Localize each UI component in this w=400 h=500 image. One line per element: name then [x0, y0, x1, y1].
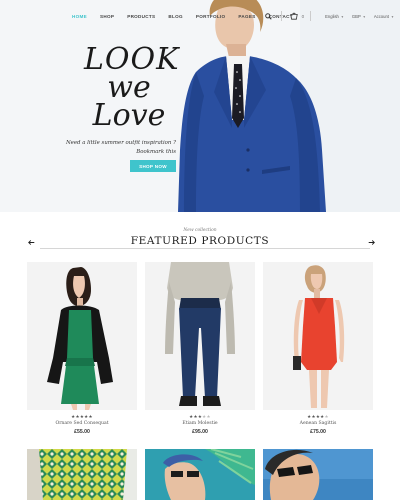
product-price: £55.00 — [74, 429, 90, 435]
chevron-down-icon: ▼ — [361, 14, 366, 19]
product-image[interactable] — [263, 449, 373, 500]
shop-now-button[interactable]: SHOP NOW — [130, 160, 176, 172]
nav-pages[interactable]: PAGES — [238, 14, 255, 19]
cart-count: 0 — [301, 13, 305, 19]
product-name[interactable]: Ornare Sed Consequat — [27, 421, 137, 426]
hero-title-line: Love — [92, 98, 166, 133]
hero-banner — [0, 0, 400, 212]
chevron-down-icon: ▼ — [389, 14, 394, 19]
arrow-left-icon[interactable] — [26, 237, 36, 247]
nav-home[interactable]: HOME — [72, 14, 87, 19]
product-image[interactable] — [27, 262, 137, 410]
account-menu[interactable]: Account ▼ — [374, 14, 394, 19]
product-card[interactable]: ★★★★★ Etiam Molestie £95.00 — [145, 262, 255, 435]
header-divider — [280, 11, 282, 21]
rating-stars: ★★★★★ — [145, 414, 255, 419]
header-divider — [310, 11, 312, 21]
header-tools: 0 English ▼ GBP ▼ Account ▼ — [263, 10, 394, 22]
rating-stars: ★★★★★ — [27, 414, 137, 419]
nav-shop[interactable]: SHOP — [100, 14, 114, 19]
hero-title: LOOK we Love — [84, 45, 179, 133]
section-eyebrow: New collection — [183, 228, 217, 233]
product-card[interactable]: ★★★★★ Aenean Sagittis £75.00 — [263, 262, 373, 435]
star-icon: ★★★★★ — [71, 414, 93, 419]
product-image[interactable] — [145, 449, 255, 500]
hero-subtitle: Need a little summer outfit inspiration … — [46, 139, 176, 157]
product-image[interactable] — [263, 262, 373, 410]
product-name[interactable]: Aenean Sagittis — [263, 421, 373, 426]
product-image[interactable] — [145, 262, 255, 410]
language-select[interactable]: English ▼ — [325, 14, 344, 19]
currency-select[interactable]: GBP ▼ — [352, 14, 366, 19]
nav-products[interactable]: PRODUCTS — [127, 14, 155, 19]
search-icon[interactable] — [263, 10, 275, 22]
nav-blog[interactable]: BLOG — [168, 14, 182, 19]
product-price: £75.00 — [310, 429, 326, 435]
product-name[interactable]: Etiam Molestie — [145, 421, 255, 426]
section-divider — [40, 248, 370, 249]
star-icon: ★★ — [202, 414, 211, 419]
arrow-right-icon[interactable] — [366, 237, 376, 247]
cart-icon[interactable] — [288, 10, 300, 22]
hero-subtitle-line: Bookmark this — [136, 149, 176, 155]
nav-portfolio[interactable]: PORTFOLIO — [196, 14, 226, 19]
rating-stars: ★★★★★ — [263, 414, 373, 419]
section-title: FEATURED PRODUCTS — [130, 235, 270, 247]
star-icon: ★★★★ — [307, 414, 325, 419]
hero-model-image — [0, 0, 400, 212]
product-card[interactable]: ★★★★★ Ornare Sed Consequat £55.00 — [27, 262, 137, 435]
star-icon: ★ — [324, 414, 329, 419]
chevron-down-icon: ▼ — [339, 14, 344, 19]
hero-subtitle-line: Need a little summer outfit inspiration … — [65, 140, 176, 146]
star-icon: ★★★ — [189, 414, 203, 419]
product-image[interactable] — [27, 449, 137, 500]
product-price: £95.00 — [192, 429, 208, 435]
